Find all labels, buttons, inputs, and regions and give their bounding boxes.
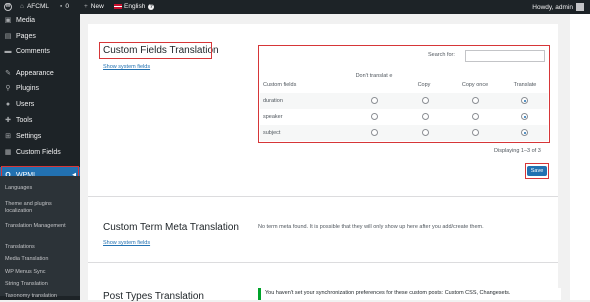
sync-preferences-notice: You haven't set your synchronization pre… xyxy=(258,288,561,300)
home-icon: ⌂ xyxy=(20,3,24,10)
submenu-item-translations[interactable]: Translations xyxy=(5,244,77,251)
appearance-icon: ✎ xyxy=(5,70,11,77)
show-system-fields-link[interactable]: Show system fields xyxy=(103,240,150,246)
settings-icon: ⊞ xyxy=(5,133,11,140)
highlight-box xyxy=(525,163,549,179)
sidebar-item-label: Comments xyxy=(16,47,50,55)
comments-icon: ▬ xyxy=(4,47,12,55)
displaying-count: Displaying 1–3 of 3 xyxy=(494,148,541,154)
sidebar-item-plugins[interactable]: ⚲ Plugins xyxy=(0,80,80,96)
new-label: New xyxy=(90,3,104,10)
no-term-meta-message: No term meta found. It is possible that … xyxy=(258,224,484,230)
admin-bar: ⌂ AFCML ▪ 0 + New English ? Howdy, admin xyxy=(0,0,590,14)
sidebar-item-comments[interactable]: ▬ Comments xyxy=(0,43,80,59)
plugins-icon: ⚲ xyxy=(5,85,11,92)
media-icon: ▣ xyxy=(4,17,12,24)
greeting: Howdy, admin xyxy=(532,3,573,11)
highlight-box xyxy=(258,45,550,143)
sidebar-item-label: Users xyxy=(16,100,35,108)
submenu-item-taxonomy-translation[interactable]: Taxonomy translation xyxy=(5,293,77,300)
comments-link[interactable]: ▪ 0 xyxy=(60,3,69,10)
wpml-submenu: Languages Theme and plugins localization… xyxy=(0,176,80,299)
language-label: English xyxy=(124,3,146,10)
sidebar-item-custom-fields[interactable]: ▦ Custom Fields xyxy=(0,144,80,160)
sidebar-item-label: Custom Fields xyxy=(16,148,61,156)
plus-icon: + xyxy=(84,3,88,10)
tools-icon: ✚ xyxy=(5,117,11,124)
users-icon: ● xyxy=(5,100,11,108)
sidebar-item-appearance[interactable]: ✎ Appearance xyxy=(0,65,80,81)
divider xyxy=(88,196,558,197)
account-menu[interactable]: Howdy, admin xyxy=(532,3,584,11)
post-types-title: Post Types Translation xyxy=(103,291,204,302)
submenu-item-string-translation[interactable]: String Translation xyxy=(5,281,77,288)
sidebar-item-label: Pages xyxy=(16,32,36,40)
language-switcher[interactable]: English ? xyxy=(114,3,155,10)
sidebar-item-tools[interactable]: ✚ Tools xyxy=(0,112,80,128)
sidebar-item-label: Tools xyxy=(16,116,33,124)
sidebar-item-pages[interactable]: ▤ Pages xyxy=(0,28,80,44)
notice-text: You haven't set your synchronization pre… xyxy=(265,290,511,296)
term-meta-title: Custom Term Meta Translation xyxy=(103,222,239,233)
show-system-fields-link[interactable]: Show system fields xyxy=(103,64,150,70)
site-name-link[interactable]: ⌂ AFCML xyxy=(20,3,49,10)
sidebar-item-label: Settings xyxy=(16,132,42,140)
sidebar-item-label: Plugins xyxy=(16,84,39,92)
wordpress-logo-icon[interactable] xyxy=(4,3,12,11)
divider xyxy=(88,262,558,263)
submenu-item-languages[interactable]: Languages xyxy=(5,185,77,192)
submenu-item-wp-menus-sync[interactable]: WP Menus Sync xyxy=(5,269,77,276)
submenu-item-media-translation[interactable]: Media Translation xyxy=(5,256,77,263)
highlight-box xyxy=(99,42,212,59)
comments-count: 0 xyxy=(65,3,69,10)
new-content-link[interactable]: + New xyxy=(84,3,104,10)
sidebar-item-label: Media xyxy=(16,16,36,24)
help-icon[interactable]: ? xyxy=(148,3,155,10)
sidebar-item-label: Appearance xyxy=(16,69,54,77)
sidebar-item-users[interactable]: ● Users xyxy=(0,96,80,112)
custom-fields-icon: ▦ xyxy=(4,149,12,156)
submenu-item-translation-management[interactable]: Translation Management xyxy=(5,223,77,230)
sidebar-item-media[interactable]: ▣ Media xyxy=(0,12,80,28)
uk-flag-icon xyxy=(114,4,122,9)
site-name: AFCML xyxy=(26,3,49,10)
pages-icon: ▤ xyxy=(4,33,12,40)
page-scrollbar[interactable] xyxy=(570,14,590,300)
comment-bubble-icon: ▪ xyxy=(60,3,63,10)
sidebar-item-settings[interactable]: ⊞ Settings xyxy=(0,128,80,144)
avatar xyxy=(576,3,584,11)
submenu-item-theme-plugins-localization[interactable]: Theme and plugins localization xyxy=(5,201,77,215)
